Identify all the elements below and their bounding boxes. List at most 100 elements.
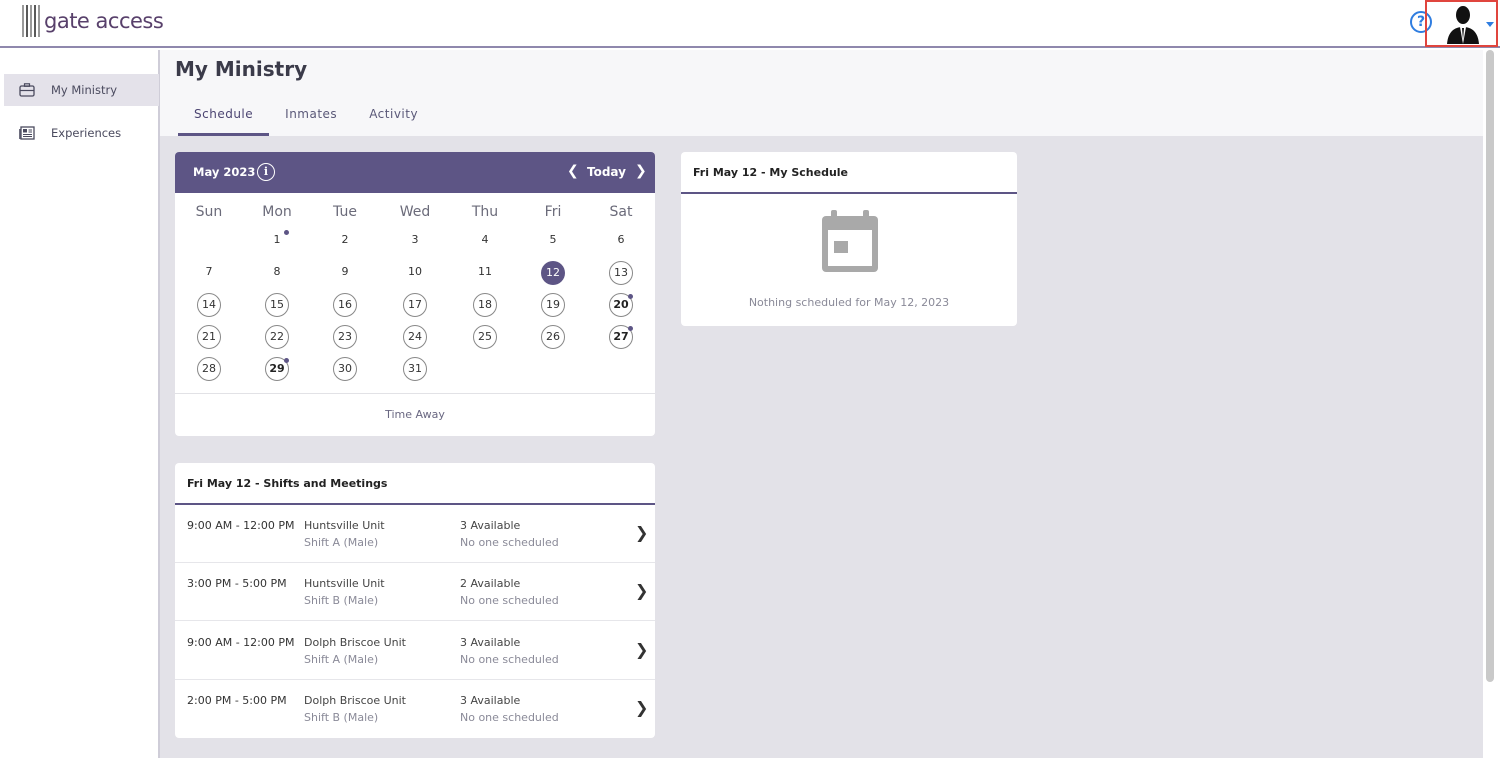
shift-name: Shift A (Male) [304, 536, 379, 549]
calendar-day-25[interactable]: 25 [473, 325, 497, 349]
chevron-right-icon[interactable]: ❯ [635, 698, 648, 717]
weekday-row: Sun Mon Tue Wed Thu Fri Sat [175, 204, 655, 224]
user-silhouette-icon [1447, 6, 1479, 44]
calendar-day-22[interactable]: 22 [265, 325, 289, 349]
shift-available: 3 Available [460, 694, 521, 707]
shift-available: 2 Available [460, 577, 521, 590]
calendar-day-15[interactable]: 15 [265, 293, 289, 317]
calendar-day-16[interactable]: 16 [333, 293, 357, 317]
calendar-day-4[interactable]: 4 [473, 229, 497, 253]
shift-row[interactable]: 3:00 PM - 5:00 PM Huntsville Unit Shift … [175, 563, 655, 621]
shifts-card: Fri May 12 - Shifts and Meetings 9:00 AM… [175, 463, 655, 738]
empty-schedule-text: Nothing scheduled for May 12, 2023 [748, 296, 950, 309]
scrollbar[interactable] [1486, 50, 1494, 682]
sidebar-item-my-ministry[interactable]: My Ministry [4, 74, 159, 106]
calendar-day-31[interactable]: 31 [403, 357, 427, 381]
shift-unit: Dolph Briscoe Unit [304, 694, 406, 707]
chevron-right-icon[interactable]: ❯ [635, 523, 648, 542]
calendar-day-26[interactable]: 26 [541, 325, 565, 349]
calendar-day-18[interactable]: 18 [473, 293, 497, 317]
calendar-day-7[interactable]: 7 [197, 261, 221, 285]
calendar-day-8[interactable]: 8 [265, 261, 289, 285]
shift-status: No one scheduled [460, 653, 559, 666]
logo[interactable]: gate access [22, 5, 164, 37]
weekday-label: Mon [262, 204, 292, 220]
calendar-day-13[interactable]: 13 [609, 261, 633, 285]
chevron-down-icon [1486, 22, 1494, 27]
event-indicator-dot [284, 230, 289, 235]
weekday-label: Wed [399, 204, 431, 220]
chevron-right-icon[interactable]: ❯ [635, 640, 648, 659]
tab-schedule[interactable]: Schedule [178, 100, 270, 136]
weekday-label: Sun [195, 204, 223, 220]
shift-time: 9:00 AM - 12:00 PM [187, 636, 295, 649]
calendar-day-14[interactable]: 14 [197, 293, 221, 317]
shift-status: No one scheduled [460, 711, 559, 724]
today-button[interactable]: Today [587, 165, 626, 179]
event-indicator-dot [628, 326, 633, 331]
event-indicator-dot [284, 358, 289, 363]
shift-row[interactable]: 9:00 AM - 12:00 PM Huntsville Unit Shift… [175, 505, 655, 563]
page-title: My Ministry [175, 57, 308, 81]
logo-text: gate access [44, 9, 164, 33]
sidebar-item-label: My Ministry [51, 83, 118, 97]
calendar-day-28[interactable]: 28 [197, 357, 221, 381]
calendar-header: May 2023 i ❮ Today ❯ [175, 152, 655, 193]
calendar-day-19[interactable]: 19 [541, 293, 565, 317]
tab-bar: Schedule Inmates Activity [178, 100, 434, 136]
shift-time: 9:00 AM - 12:00 PM [187, 519, 295, 532]
weekday-label: Sat [609, 204, 633, 220]
calendar-day-9[interactable]: 9 [333, 261, 357, 285]
shift-unit: Huntsville Unit [304, 577, 385, 590]
briefcase-icon [19, 82, 35, 98]
my-schedule-title: Fri May 12 - My Schedule [681, 152, 1017, 194]
sidebar-item-experiences[interactable]: Experiences [4, 117, 159, 149]
calendar-icon [822, 210, 878, 272]
calendar-card: May 2023 i ❮ Today ❯ Sun Mon Tue Wed Thu… [175, 152, 655, 436]
page-header: My Ministry Schedule Inmates Activity [160, 50, 1483, 136]
content-area: May 2023 i ❮ Today ❯ Sun Mon Tue Wed Thu… [160, 136, 1483, 758]
my-schedule-card: Fri May 12 - My Schedule Nothing schedul… [681, 152, 1017, 326]
shift-row[interactable]: 9:00 AM - 12:00 PM Dolph Briscoe Unit Sh… [175, 622, 655, 680]
sidebar: My Ministry Experiences [0, 50, 160, 758]
calendar-day-30[interactable]: 30 [333, 357, 357, 381]
chevron-right-icon[interactable]: ❯ [635, 163, 647, 179]
sidebar-item-label: Experiences [51, 126, 122, 140]
weekday-label: Tue [333, 204, 357, 220]
weekday-label: Fri [544, 204, 562, 220]
calendar-day-11[interactable]: 11 [473, 261, 497, 285]
shift-time: 2:00 PM - 5:00 PM [187, 694, 287, 707]
shift-name: Shift A (Male) [304, 653, 379, 666]
calendar-day-12[interactable]: 12 [541, 261, 565, 285]
calendar-day-2[interactable]: 2 [333, 229, 357, 253]
calendar-day-17[interactable]: 17 [403, 293, 427, 317]
newspaper-icon [19, 125, 35, 141]
calendar-day-10[interactable]: 10 [403, 261, 427, 285]
calendar-day-6[interactable]: 6 [609, 229, 633, 253]
user-menu-button[interactable] [1425, 0, 1498, 47]
tab-inmates[interactable]: Inmates [269, 100, 353, 136]
shift-unit: Dolph Briscoe Unit [304, 636, 406, 649]
shift-name: Shift B (Male) [304, 711, 379, 724]
time-away-link[interactable]: Time Away [175, 393, 655, 436]
calendar-day-23[interactable]: 23 [333, 325, 357, 349]
shifts-title: Fri May 12 - Shifts and Meetings [175, 463, 655, 505]
shift-time: 3:00 PM - 5:00 PM [187, 577, 287, 590]
top-bar: gate access ? [0, 0, 1500, 48]
calendar-day-3[interactable]: 3 [403, 229, 427, 253]
shift-row[interactable]: 2:00 PM - 5:00 PM Dolph Briscoe Unit Shi… [175, 680, 655, 738]
shift-unit: Huntsville Unit [304, 519, 385, 532]
calendar-day-21[interactable]: 21 [197, 325, 221, 349]
info-icon[interactable]: i [257, 163, 275, 181]
tab-activity[interactable]: Activity [353, 100, 434, 136]
chevron-left-icon[interactable]: ❮ [567, 163, 579, 179]
calendar-day-24[interactable]: 24 [403, 325, 427, 349]
shift-name: Shift B (Male) [304, 594, 379, 607]
chevron-right-icon[interactable]: ❯ [635, 581, 648, 600]
event-indicator-dot [628, 294, 633, 299]
shift-available: 3 Available [460, 636, 521, 649]
weekday-label: Thu [471, 204, 499, 220]
calendar-month-label: May 2023 [193, 165, 256, 179]
logo-bars-icon [22, 5, 42, 37]
calendar-day-5[interactable]: 5 [541, 229, 565, 253]
